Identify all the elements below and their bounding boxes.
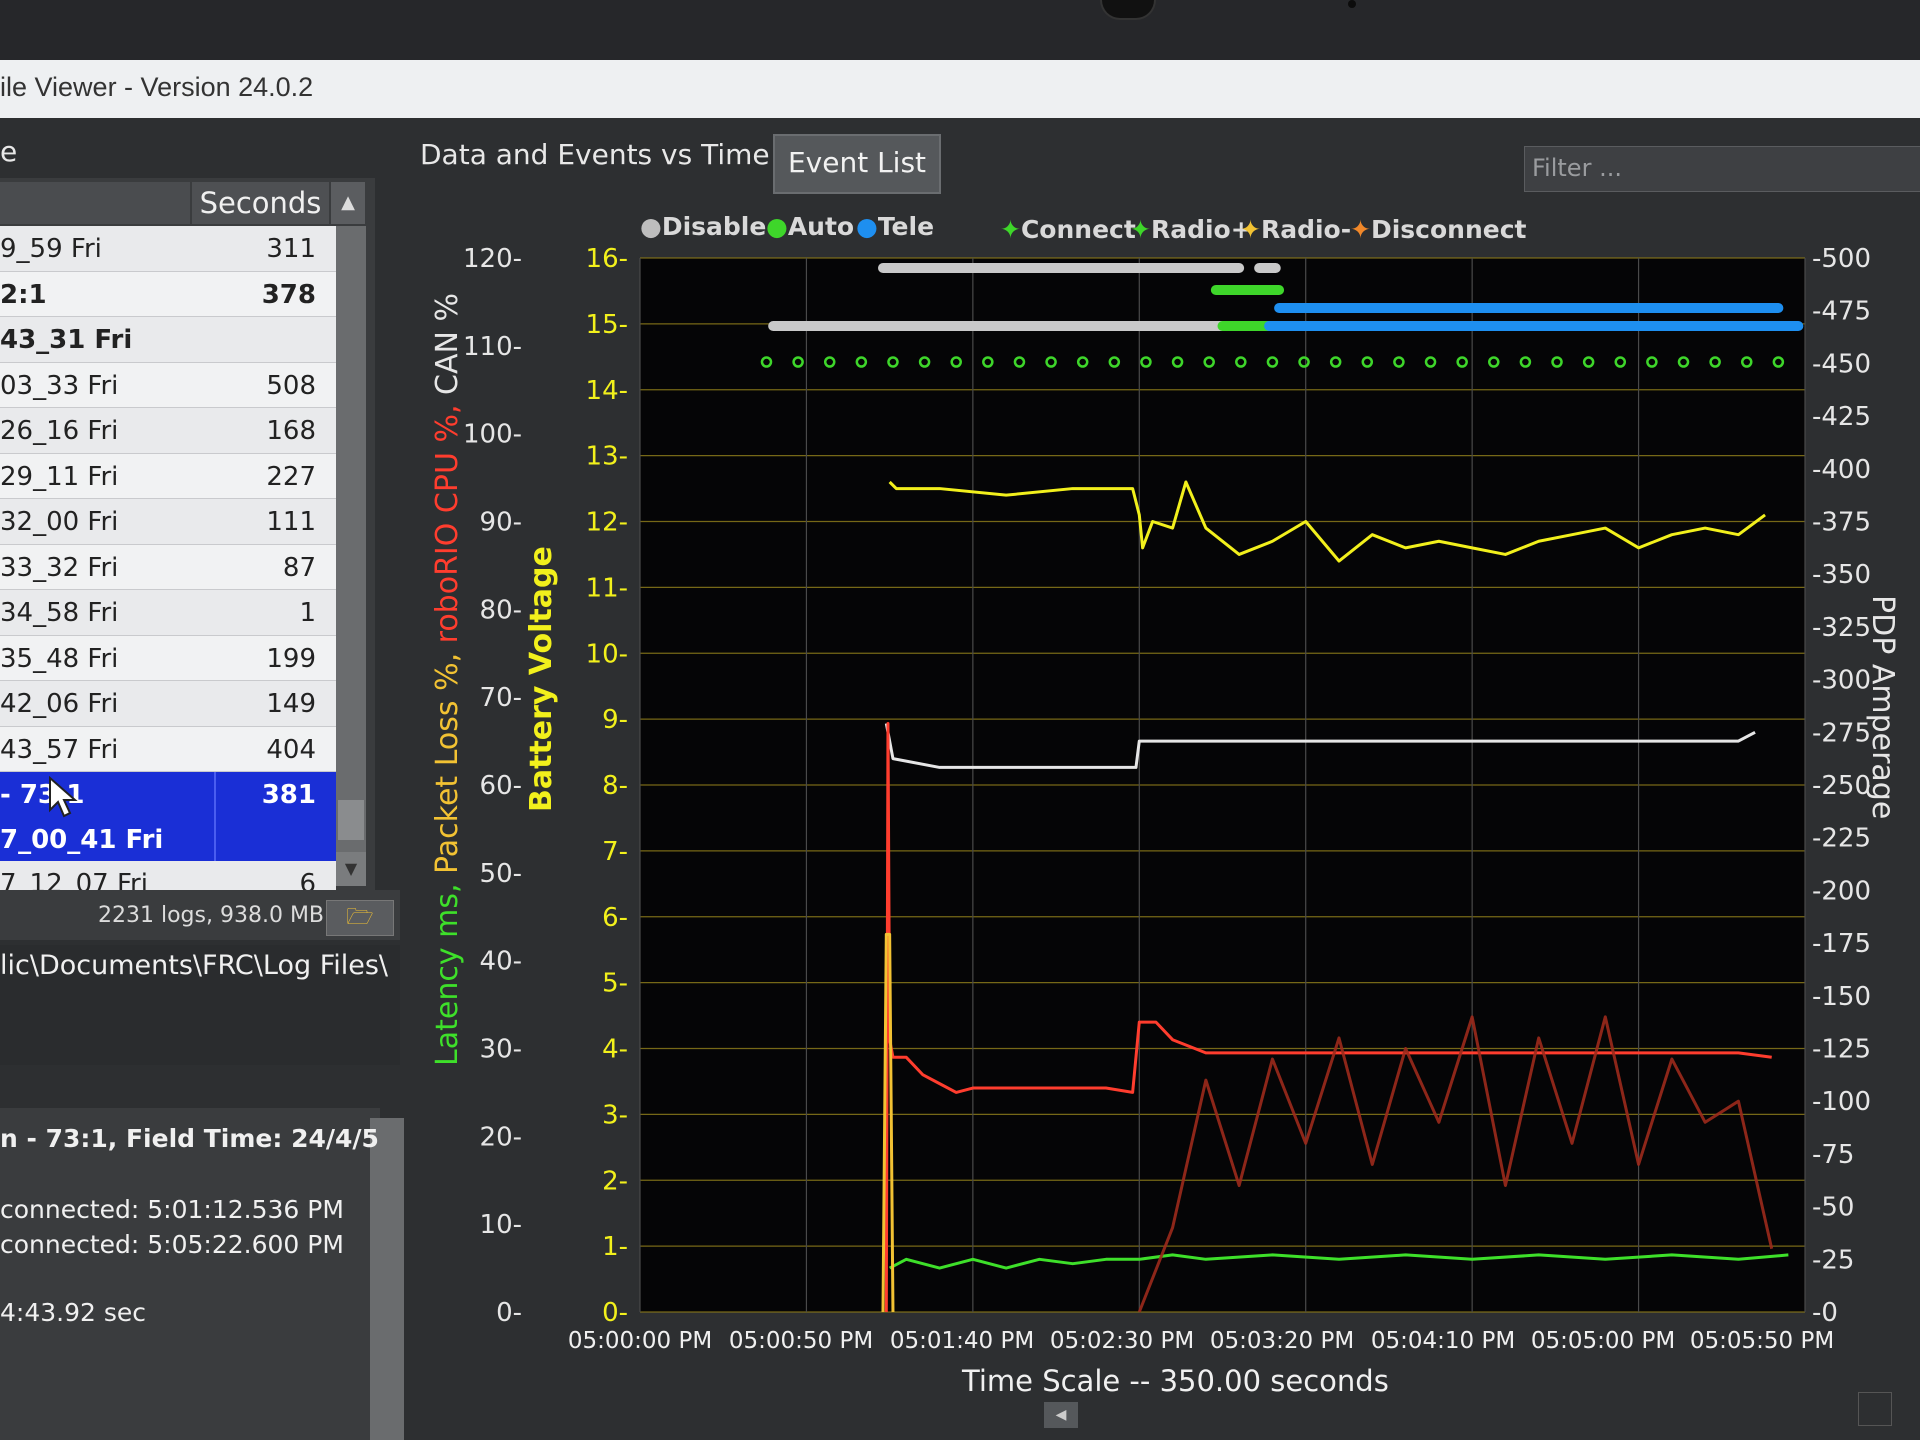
left_inner-tick-label: 12- [586, 508, 628, 538]
right-tick-label: -150 [1812, 982, 1871, 1012]
right-tick-label: -75 [1812, 1140, 1854, 1170]
right-tick-label: -250 [1812, 771, 1871, 801]
right-tick-label: -450 [1812, 349, 1871, 379]
legend-auto: ●Auto [766, 212, 855, 241]
left_inner-tick-label: 0- [602, 1298, 628, 1328]
x-tick-label: 05:00:00 PM [567, 1328, 713, 1354]
right-tick-label: -175 [1812, 929, 1871, 959]
left_outer-tick-label: 60- [480, 771, 522, 801]
data-events-chart: 120- 110- 100- 90- 80- 70- 60- 50- 40- 30- 20- 10- 0… [463, 244, 1871, 1328]
left_inner-tick-label: 4- [602, 1035, 628, 1065]
x-tick-label: 05:04:10 PM [1370, 1328, 1516, 1354]
time-scale-label: Time Scale -- 350.00 seconds [962, 1364, 1389, 1398]
left_inner-tick-label: 11- [586, 573, 628, 603]
left_inner-tick-label: 1- [602, 1232, 628, 1262]
right-tick-label: -325 [1812, 613, 1871, 643]
right-tick-label: -0 [1812, 1298, 1838, 1328]
x-tick-label: 05:00:50 PM [728, 1328, 874, 1354]
left_outer-tick-label: 110- [463, 332, 522, 362]
left_inner-tick-label: 13- [586, 442, 628, 472]
left_outer-tick-label: 50- [480, 859, 522, 889]
left_outer-tick-label: 100- [463, 420, 522, 450]
right-tick-label: -375 [1812, 508, 1871, 538]
right-tick-label: -350 [1812, 560, 1871, 590]
x-tick-label: 05:05:00 PM [1530, 1328, 1676, 1354]
right-tick-label: -25 [1812, 1245, 1854, 1275]
legend-disable: ●Disable [640, 212, 767, 241]
right-tick-label: -500 [1812, 244, 1871, 274]
left_inner-tick-label: 6- [602, 903, 628, 933]
left_outer-tick-label: 20- [480, 1122, 522, 1152]
right-tick-label: -400 [1812, 455, 1871, 485]
left_inner-tick-label: 3- [602, 1100, 628, 1130]
right-tick-label: -225 [1812, 824, 1871, 854]
battery-axis-title: Battery Voltage [524, 546, 559, 812]
left_inner-tick-label: 10- [586, 639, 628, 669]
legend-radio-plus: ✦Radio+ [1130, 215, 1252, 244]
right-tick-label: -125 [1812, 1035, 1871, 1065]
left_inner-tick-label: 8- [602, 771, 628, 801]
x-tick-label: 05:03:20 PM [1209, 1328, 1355, 1354]
right-tick-label: -475 [1812, 297, 1871, 327]
left_outer-tick-label: 120- [463, 244, 522, 274]
scroll-left-button[interactable]: ◀ [1044, 1402, 1078, 1428]
left_inner-tick-label: 5- [602, 969, 628, 999]
left_outer-tick-label: 70- [480, 683, 522, 713]
left_outer-tick-label: 90- [480, 508, 522, 538]
left_outer-tick-label: 40- [480, 947, 522, 977]
right-tick-label: -300 [1812, 666, 1871, 696]
left_inner-tick-label: 16- [586, 244, 628, 274]
left_outer-tick-label: 0- [496, 1298, 522, 1328]
pdp-axis-title: PDP Amperage [1865, 595, 1900, 820]
left_inner-tick-label: 14- [586, 376, 628, 406]
right-tick-label: -50 [1812, 1193, 1854, 1223]
left_outer-tick-label: 10- [480, 1210, 522, 1240]
left_inner-tick-label: 7- [602, 837, 628, 867]
legend-connect: ✦Connect [1000, 215, 1136, 244]
right-tick-label: -275 [1812, 718, 1871, 748]
x-tick-label: 05:01:40 PM [889, 1328, 1035, 1354]
left_inner-tick-label: 2- [602, 1166, 628, 1196]
resize-grip[interactable] [1858, 1392, 1892, 1426]
right-tick-label: -200 [1812, 876, 1871, 906]
legend-disconnect: ✦Disconnect [1350, 215, 1527, 244]
x-tick-label: 05:02:30 PM [1049, 1328, 1195, 1354]
left_inner-tick-label: 15- [586, 310, 628, 340]
x-tick-label: 05:05:50 PM [1689, 1328, 1835, 1354]
right-tick-label: -100 [1812, 1087, 1871, 1117]
right-tick-label: -425 [1812, 402, 1871, 432]
left_inner-tick-label: 9- [602, 705, 628, 735]
left_outer-tick-label: 30- [480, 1035, 522, 1065]
left-outer-axis-title: Latency ms, Packet Loss %, roboRIO CPU %… [430, 293, 465, 1066]
legend-tele: ●Tele [856, 212, 935, 241]
left_outer-tick-label: 80- [480, 595, 522, 625]
legend-radio-minus: ✦Radio- [1240, 215, 1352, 244]
